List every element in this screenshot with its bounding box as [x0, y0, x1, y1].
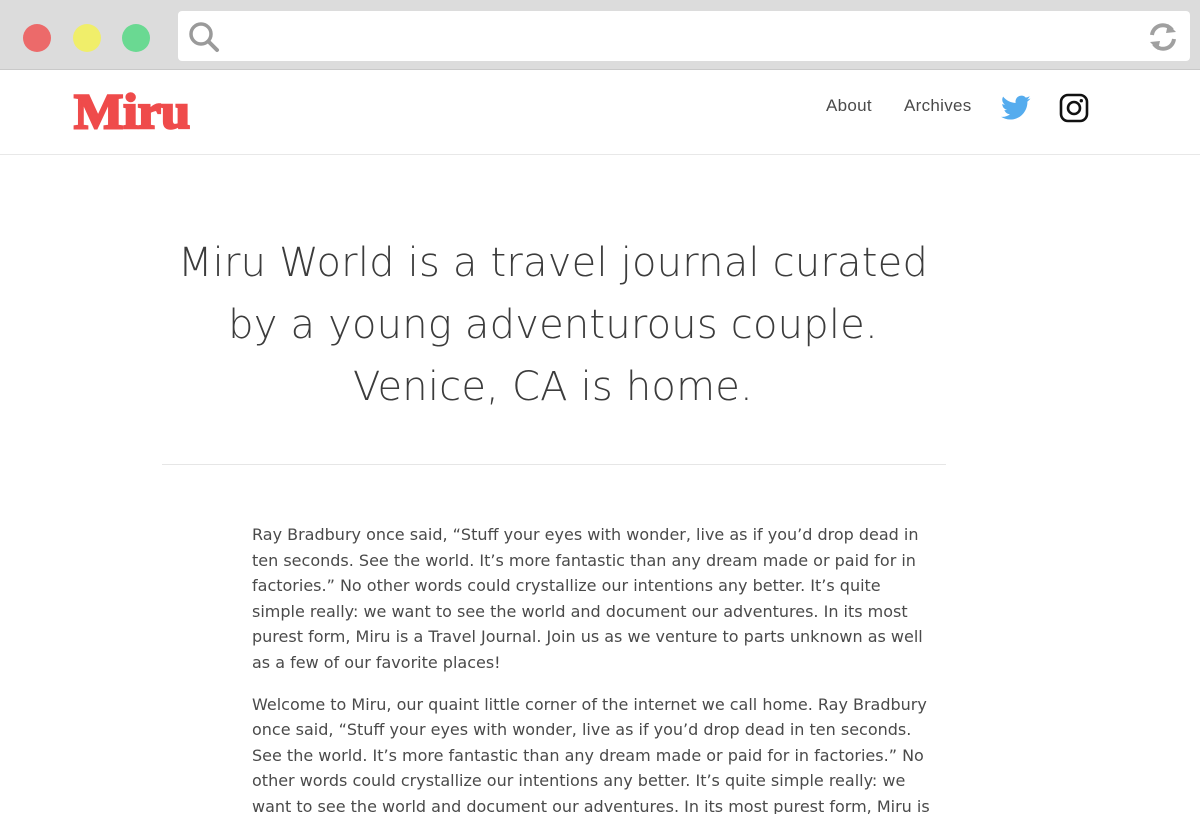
instagram-icon[interactable]: [1059, 93, 1089, 123]
text-line: Welcome to Miru, our quaint little corne…: [252, 694, 927, 714]
text-line: other words could crystallize our intent…: [252, 771, 906, 791]
logo-text: Miru: [74, 83, 190, 136]
text-line: want to see the world and document our a…: [252, 796, 930, 814]
hero-tagline: Miru World is a travel journal curated b…: [160, 232, 946, 418]
hero-line: Venice, CA is home.: [353, 364, 753, 410]
minimize-window-button[interactable]: [73, 24, 101, 52]
hero-line: by a young adventurous couple.: [228, 302, 878, 348]
text-line: Ray Bradbury once said, “Stuff your eyes…: [252, 525, 919, 544]
text-line: ten seconds. See the world. It’s more fa…: [252, 550, 916, 570]
text-line: once said, “Stuff your eyes with wonder,…: [252, 720, 912, 740]
nav-about-link[interactable]: About: [826, 96, 872, 116]
section-divider: [162, 464, 946, 465]
text-line: purest form, Miru is a Travel Journal. J…: [252, 627, 923, 647]
hero-line: Miru World is a travel journal curated: [177, 240, 929, 286]
close-window-button[interactable]: [23, 24, 51, 52]
search-icon: [189, 22, 219, 52]
address-bar[interactable]: [178, 11, 1190, 61]
miru-logo[interactable]: Miru: [72, 78, 194, 136]
text-line: as a few of our favorite places!: [252, 652, 501, 672]
text-line: simple really: we want to see the world …: [252, 601, 908, 621]
maximize-window-button[interactable]: [122, 24, 150, 52]
browser-chrome: [0, 0, 1200, 70]
twitter-icon[interactable]: [1001, 95, 1031, 121]
paragraph: Ray Bradbury once said, “Stuff your eyes…: [252, 522, 952, 676]
intro-article: Ray Bradbury once said, “Stuff your eyes…: [252, 522, 952, 814]
site-header: Miru About Archives: [0, 70, 1200, 155]
text-line: See the world. It’s more fantastic than …: [252, 745, 924, 765]
text-line: factories.” No other words could crystal…: [252, 576, 881, 596]
paragraph: Welcome to Miru, our quaint little corne…: [252, 692, 952, 814]
reload-icon[interactable]: [1146, 20, 1180, 54]
nav-archives-link[interactable]: Archives: [904, 96, 972, 116]
